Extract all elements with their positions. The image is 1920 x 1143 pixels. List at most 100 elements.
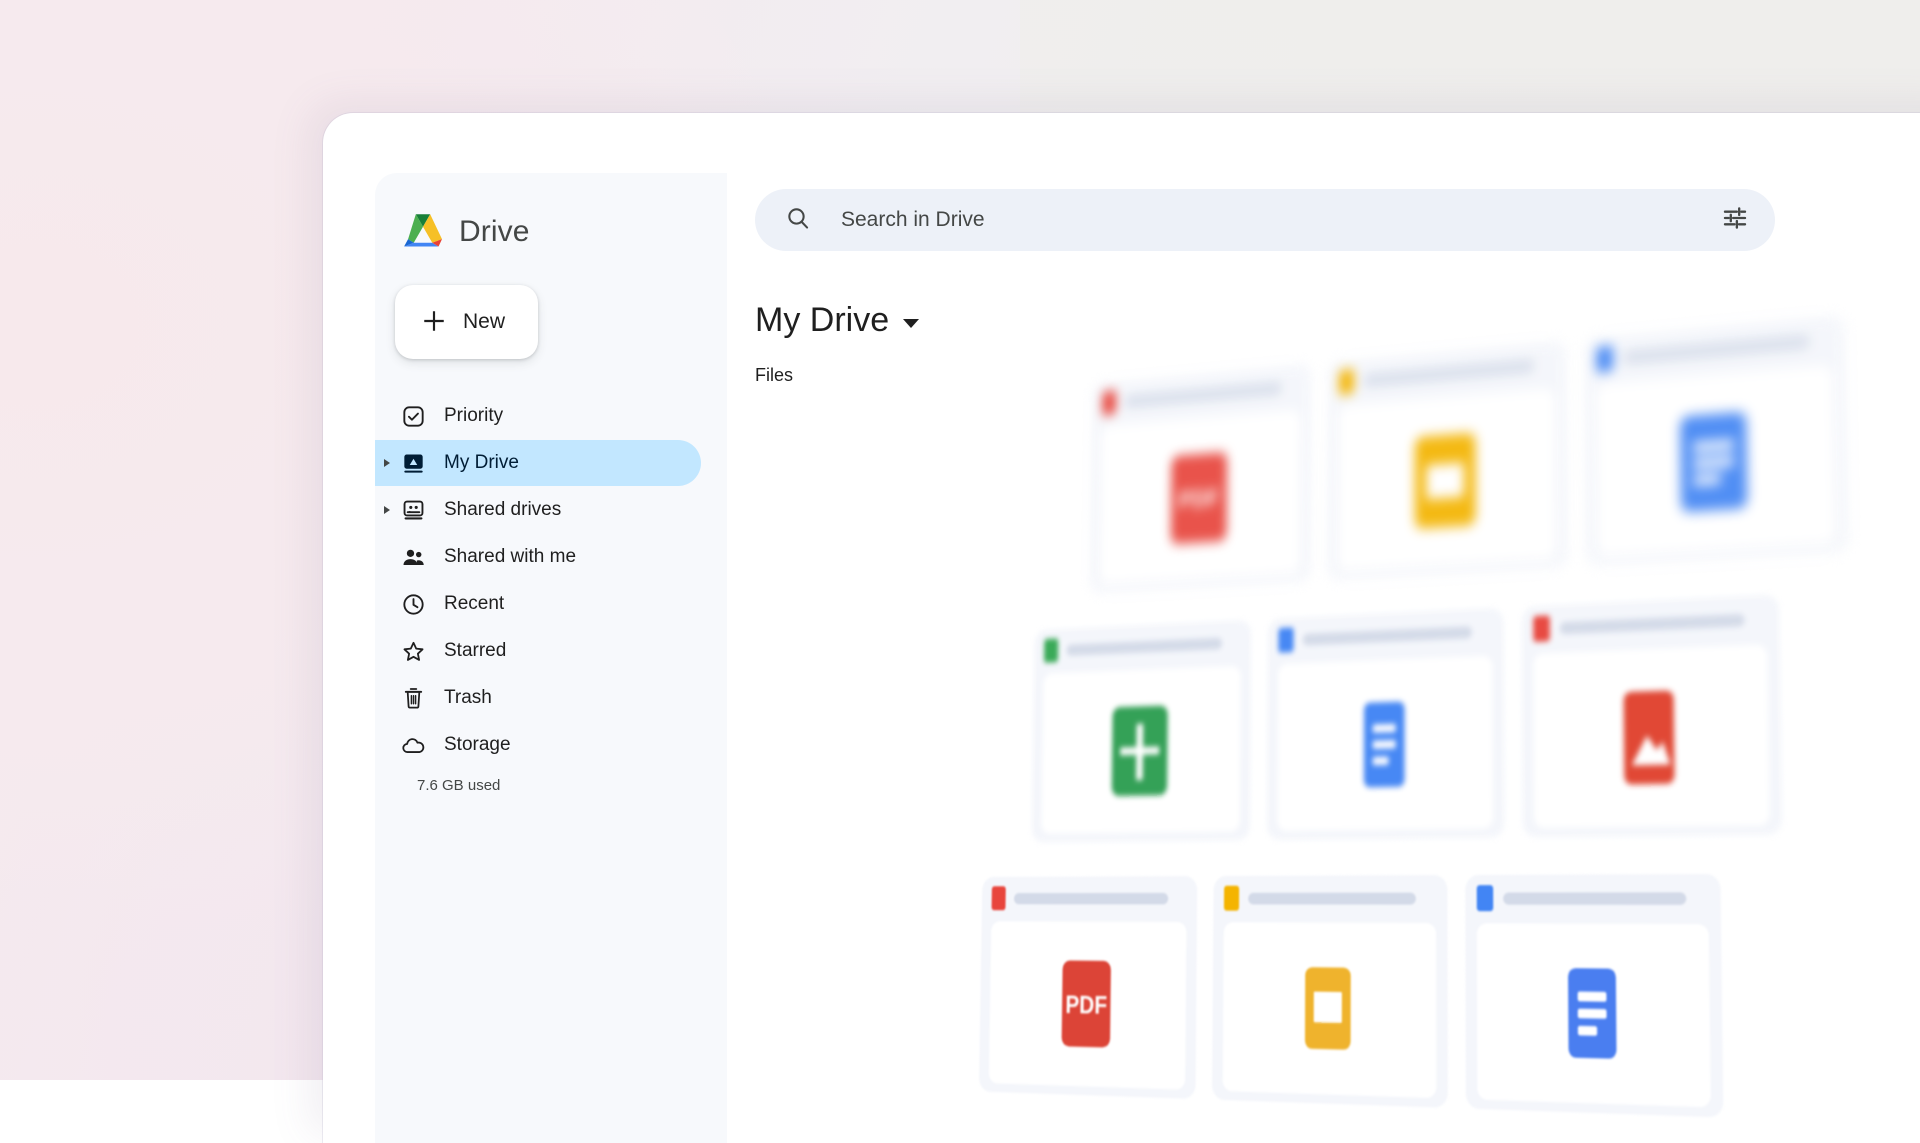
file-name-placeholder-bar <box>1125 382 1282 407</box>
page-title[interactable]: My Drive <box>755 301 919 340</box>
sidebar-item-label: Priority <box>444 405 503 427</box>
sidebar-nav: Priority My Drive <box>375 393 727 794</box>
file-card[interactable] <box>1465 874 1723 1118</box>
file-type-chip <box>1533 615 1550 641</box>
shared-drives-icon <box>401 498 426 523</box>
file-card[interactable]: PDF <box>979 876 1197 1099</box>
docs-file-icon <box>1673 407 1754 517</box>
file-grid-row: PDF <box>979 874 1724 1118</box>
svg-text:PDF: PDF <box>1178 484 1219 514</box>
file-card[interactable] <box>1328 340 1568 581</box>
file-card-thumbnail <box>1338 388 1556 571</box>
page-title-text: My Drive <box>755 301 889 340</box>
file-card-thumbnail <box>1042 666 1241 834</box>
sidebar-item-recent[interactable]: Recent <box>375 581 701 627</box>
file-name-placeholder-bar <box>1303 626 1472 645</box>
sidebar: Drive New <box>375 173 727 1143</box>
slides-file-icon <box>1292 957 1364 1061</box>
new-button-label: New <box>463 310 505 334</box>
chevron-down-icon[interactable] <box>903 319 919 328</box>
file-card-thumbnail: PDF <box>1100 409 1301 584</box>
file-type-chip <box>1278 627 1293 652</box>
sidebar-item-label: Shared with me <box>444 546 576 568</box>
file-card-header <box>1278 621 1492 650</box>
storage-used-text: 7.6 GB used <box>375 777 727 794</box>
sidebar-item-my-drive[interactable]: My Drive <box>375 440 701 486</box>
file-grid-row: PDF <box>1090 314 1849 593</box>
sidebar-item-starred[interactable]: Starred <box>375 628 701 674</box>
sidebar-item-priority[interactable]: Priority <box>375 393 701 439</box>
google-drive-logo-icon <box>401 212 445 252</box>
search-icon <box>785 205 811 236</box>
file-card-header <box>1224 888 1436 908</box>
brand: Drive <box>375 191 727 259</box>
trash-icon <box>401 686 426 711</box>
file-card[interactable]: PDF <box>1090 363 1312 593</box>
sidebar-item-label: Shared drives <box>444 499 561 521</box>
file-type-chip <box>1339 369 1354 395</box>
file-card-header <box>1102 376 1301 412</box>
sidebar-item-label: Starred <box>444 640 506 662</box>
sidebar-item-label: Recent <box>444 593 504 615</box>
star-icon <box>401 639 426 664</box>
slides-file-icon <box>1409 428 1483 533</box>
sheets-file-icon <box>1106 701 1174 800</box>
file-type-chip <box>992 886 1006 910</box>
file-card[interactable] <box>1585 314 1849 566</box>
docs-file-icon <box>1347 693 1420 796</box>
plus-icon <box>421 308 447 337</box>
file-card-header <box>1339 354 1555 393</box>
expand-caret-icon[interactable] <box>384 459 390 467</box>
file-name-placeholder-bar <box>1014 892 1168 903</box>
tune-icon[interactable] <box>1721 204 1749 237</box>
file-card-thumbnail <box>1533 644 1769 828</box>
sidebar-item-label: Trash <box>444 687 492 709</box>
file-card-thumbnail <box>1597 365 1836 557</box>
file-grid-row <box>1032 594 1783 842</box>
priority-check-icon <box>401 404 426 429</box>
file-card-thumbnail: PDF <box>989 921 1187 1089</box>
file-name-placeholder-bar <box>1623 335 1810 364</box>
file-type-chip <box>1044 638 1058 662</box>
pdf-file-icon: PDF <box>1053 954 1120 1053</box>
pdf-file-icon: PDF <box>1165 448 1233 549</box>
file-card[interactable] <box>1522 594 1783 837</box>
app-panel: Drive New <box>375 173 1920 1143</box>
new-button[interactable]: New <box>395 285 538 359</box>
people-icon <box>401 545 426 570</box>
sidebar-item-shared-with-me[interactable]: Shared with me <box>375 534 701 580</box>
file-type-chip <box>1477 885 1494 911</box>
file-card[interactable] <box>1267 608 1505 841</box>
search-placeholder: Search in Drive <box>841 208 1721 232</box>
file-card-thumbnail <box>1223 922 1437 1098</box>
file-name-placeholder-bar <box>1248 892 1416 904</box>
sidebar-item-label: My Drive <box>444 452 519 474</box>
expand-caret-icon[interactable] <box>384 506 390 514</box>
sidebar-item-shared-drives[interactable]: Shared drives <box>375 487 701 533</box>
brand-name: Drive <box>459 215 530 249</box>
file-card[interactable] <box>1212 875 1448 1108</box>
file-card-header <box>1477 888 1709 909</box>
file-card-header <box>1596 329 1832 370</box>
my-drive-icon <box>401 451 426 476</box>
file-type-chip <box>1102 391 1116 416</box>
file-grid-illustration: PDF <box>978 287 1920 1143</box>
sidebar-item-storage[interactable]: Storage <box>375 722 701 768</box>
file-name-placeholder-bar <box>1066 637 1222 655</box>
file-card-header <box>1044 632 1241 660</box>
file-name-placeholder-bar <box>1363 360 1534 387</box>
search-input[interactable]: Search in Drive <box>755 189 1775 251</box>
files-section-label: Files <box>755 365 793 386</box>
file-type-chip <box>1224 886 1239 911</box>
content-area: Search in Drive <box>727 173 1920 1143</box>
file-name-placeholder-bar <box>1560 613 1745 633</box>
sidebar-item-trash[interactable]: Trash <box>375 675 701 721</box>
file-card-thumbnail <box>1277 656 1492 832</box>
cloud-icon <box>401 733 426 758</box>
file-card[interactable] <box>1032 620 1252 843</box>
clock-icon <box>401 592 426 617</box>
svg-text:PDF: PDF <box>1065 992 1107 1020</box>
sidebar-item-label: Storage <box>444 734 511 756</box>
file-card-header <box>1533 608 1767 639</box>
files-sheet: PDF <box>727 273 1920 1143</box>
